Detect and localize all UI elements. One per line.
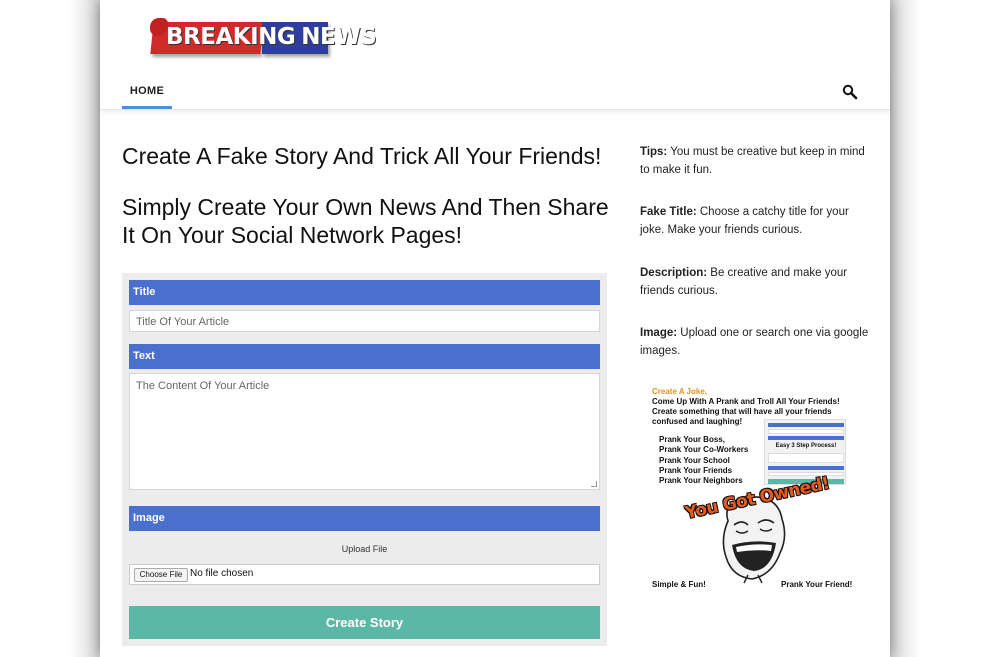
promo-form-preview: Easy 3 Step Process! [764, 419, 846, 485]
promo-footer-right: Prank Your Friend! [781, 580, 853, 589]
preview-input [768, 429, 844, 434]
create-story-form: Title Title Of Your Article Text The Con… [122, 273, 607, 646]
text-textarea[interactable]: The Content Of Your Article [129, 373, 600, 490]
promo-banner[interactable]: Create A Joke, Come Up With A Prank and … [648, 383, 862, 595]
preview-bar [768, 466, 844, 470]
preview-bar [768, 423, 844, 427]
page-container: BREAKING NEWS HOME Create A Fake Story An… [100, 0, 890, 657]
text-field-label: Text [129, 344, 600, 369]
search-icon[interactable] [842, 84, 858, 100]
tip-general: Tips: You must be creative but keep in m… [640, 146, 865, 176]
file-status-text: No file chosen [190, 568, 254, 579]
site-logo[interactable]: BREAKING NEWS [150, 18, 377, 60]
list-item: Prank Your School [659, 455, 730, 465]
page-backdrop-right [890, 0, 990, 657]
page-title: Create A Fake Story And Trick All Your F… [122, 143, 602, 169]
title-input[interactable]: Title Of Your Article [129, 310, 600, 332]
promo-list: Prank Your Boss, Prank Your Co-Workers P… [659, 435, 748, 486]
preview-input [768, 472, 844, 476]
tip-fake-title: Fake Title: Choose a catchy title for yo… [640, 206, 849, 236]
title-field-label: Title [129, 280, 600, 305]
list-item: Prank Your Boss, [659, 435, 725, 444]
logo-text: BREAKING NEWS [166, 24, 377, 50]
nav-item-home[interactable]: HOME [122, 76, 172, 109]
preview-textarea [768, 453, 844, 463]
file-input[interactable]: Choose File No file chosen [129, 564, 600, 585]
page-backdrop-left [0, 0, 100, 657]
list-item: Prank Your Neighbors [659, 476, 743, 486]
create-story-button[interactable]: Create Story [129, 606, 600, 639]
upload-file-label: Upload File [341, 544, 388, 554]
image-field-label: Image [129, 506, 600, 531]
site-header: BREAKING NEWS HOME [100, 0, 890, 110]
tip-image: Image: Upload one or search one via goog… [640, 327, 869, 357]
preview-caption: Easy 3 Step Process! [775, 443, 837, 449]
promo-footer-left: Simple & Fun! [652, 580, 706, 589]
page-subtitle: Simply Create Your Own News And Then Sha… [122, 194, 609, 248]
preview-bar [768, 436, 844, 440]
resize-handle[interactable] [591, 481, 597, 487]
text-placeholder: The Content Of Your Article [136, 380, 270, 392]
list-item: Prank Your Co-Workers [659, 445, 749, 455]
promo-heading: Create A Joke, [652, 387, 707, 396]
main-nav: HOME [100, 76, 890, 110]
tip-description: Description: Be creative and make your f… [640, 267, 848, 297]
choose-file-button[interactable]: Choose File [134, 568, 188, 582]
list-item: Prank Your Friends [659, 465, 733, 475]
